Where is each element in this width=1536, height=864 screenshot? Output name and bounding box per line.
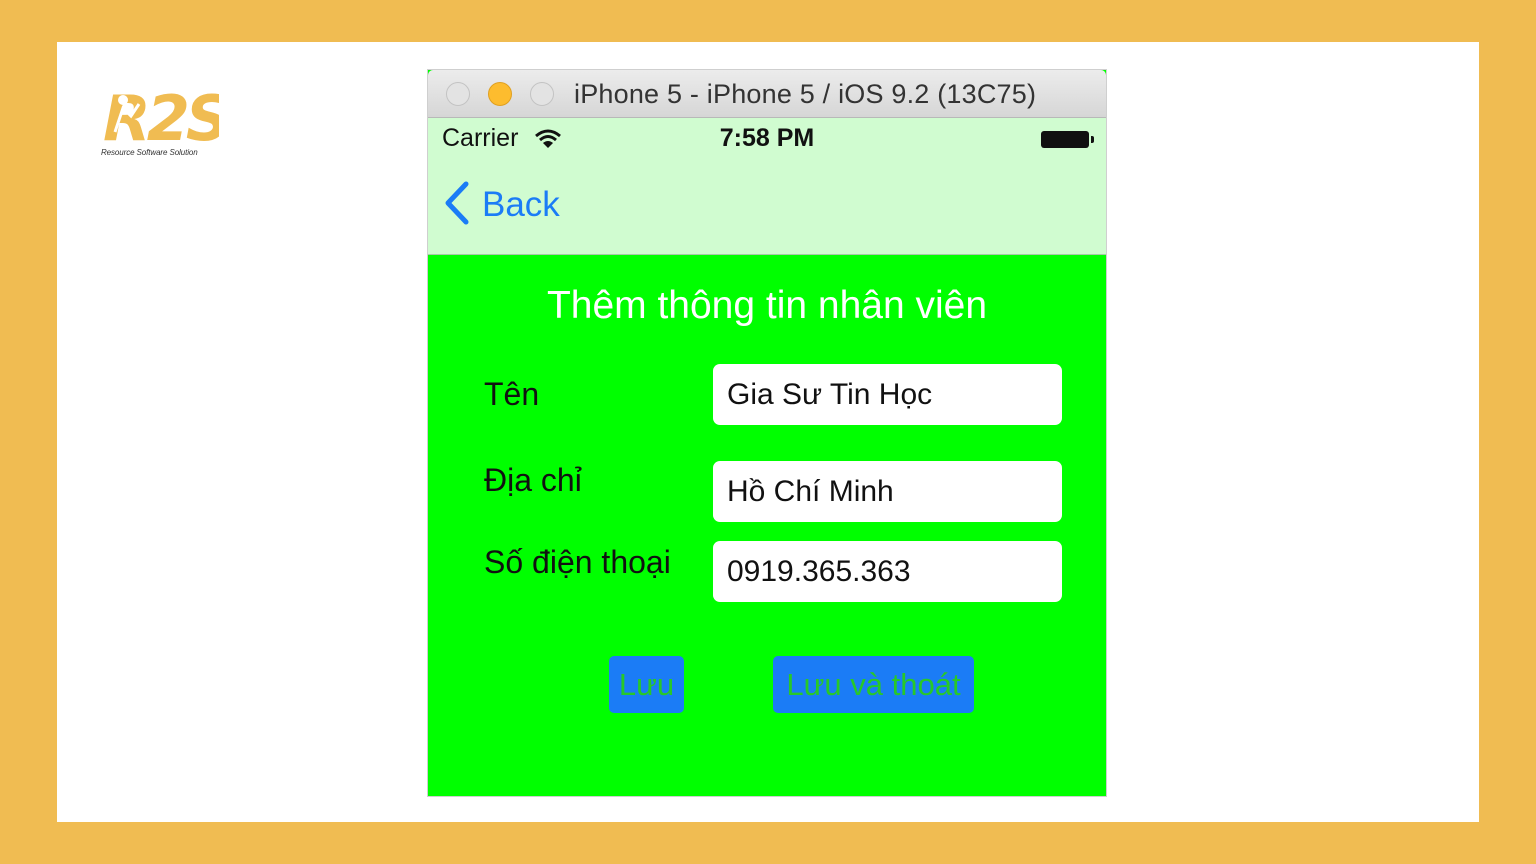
save-and-exit-button[interactable]: Lưu và thoát [773,656,974,713]
chevron-left-icon [444,181,470,230]
window-titlebar: iPhone 5 - iPhone 5 / iOS 9.2 (13C75) [428,70,1106,118]
form-title: Thêm thông tin nhân viên [546,284,988,327]
content-card: R2S Resource Software Solution iPhone 5 … [57,42,1479,822]
back-label: Back [482,185,560,224]
simulator-window: iPhone 5 - iPhone 5 / iOS 9.2 (13C75) Ca… [428,70,1106,796]
back-button[interactable]: Back [444,180,560,230]
window-title: iPhone 5 - iPhone 5 / iOS 9.2 (13C75) [574,79,1037,109]
name-label: Tên [484,376,540,412]
logo-tagline: Resource Software Solution [101,148,198,157]
minimize-window-button[interactable] [488,82,512,106]
phone-label: Số điện thoại [484,544,671,580]
navigation-bar: Carrier 7:58 PM Back [428,118,1106,255]
close-window-button[interactable] [446,82,470,106]
address-label: Địa chỉ [484,462,582,498]
battery-icon [1041,131,1094,148]
phone-field[interactable] [713,541,1062,602]
zoom-window-button[interactable] [530,82,554,106]
r2s-logo: R2S Resource Software Solution [101,86,221,160]
save-button[interactable]: Lưu [609,656,684,713]
address-field[interactable] [713,461,1062,522]
status-time: 7:58 PM [719,124,815,152]
name-field[interactable] [713,364,1062,425]
